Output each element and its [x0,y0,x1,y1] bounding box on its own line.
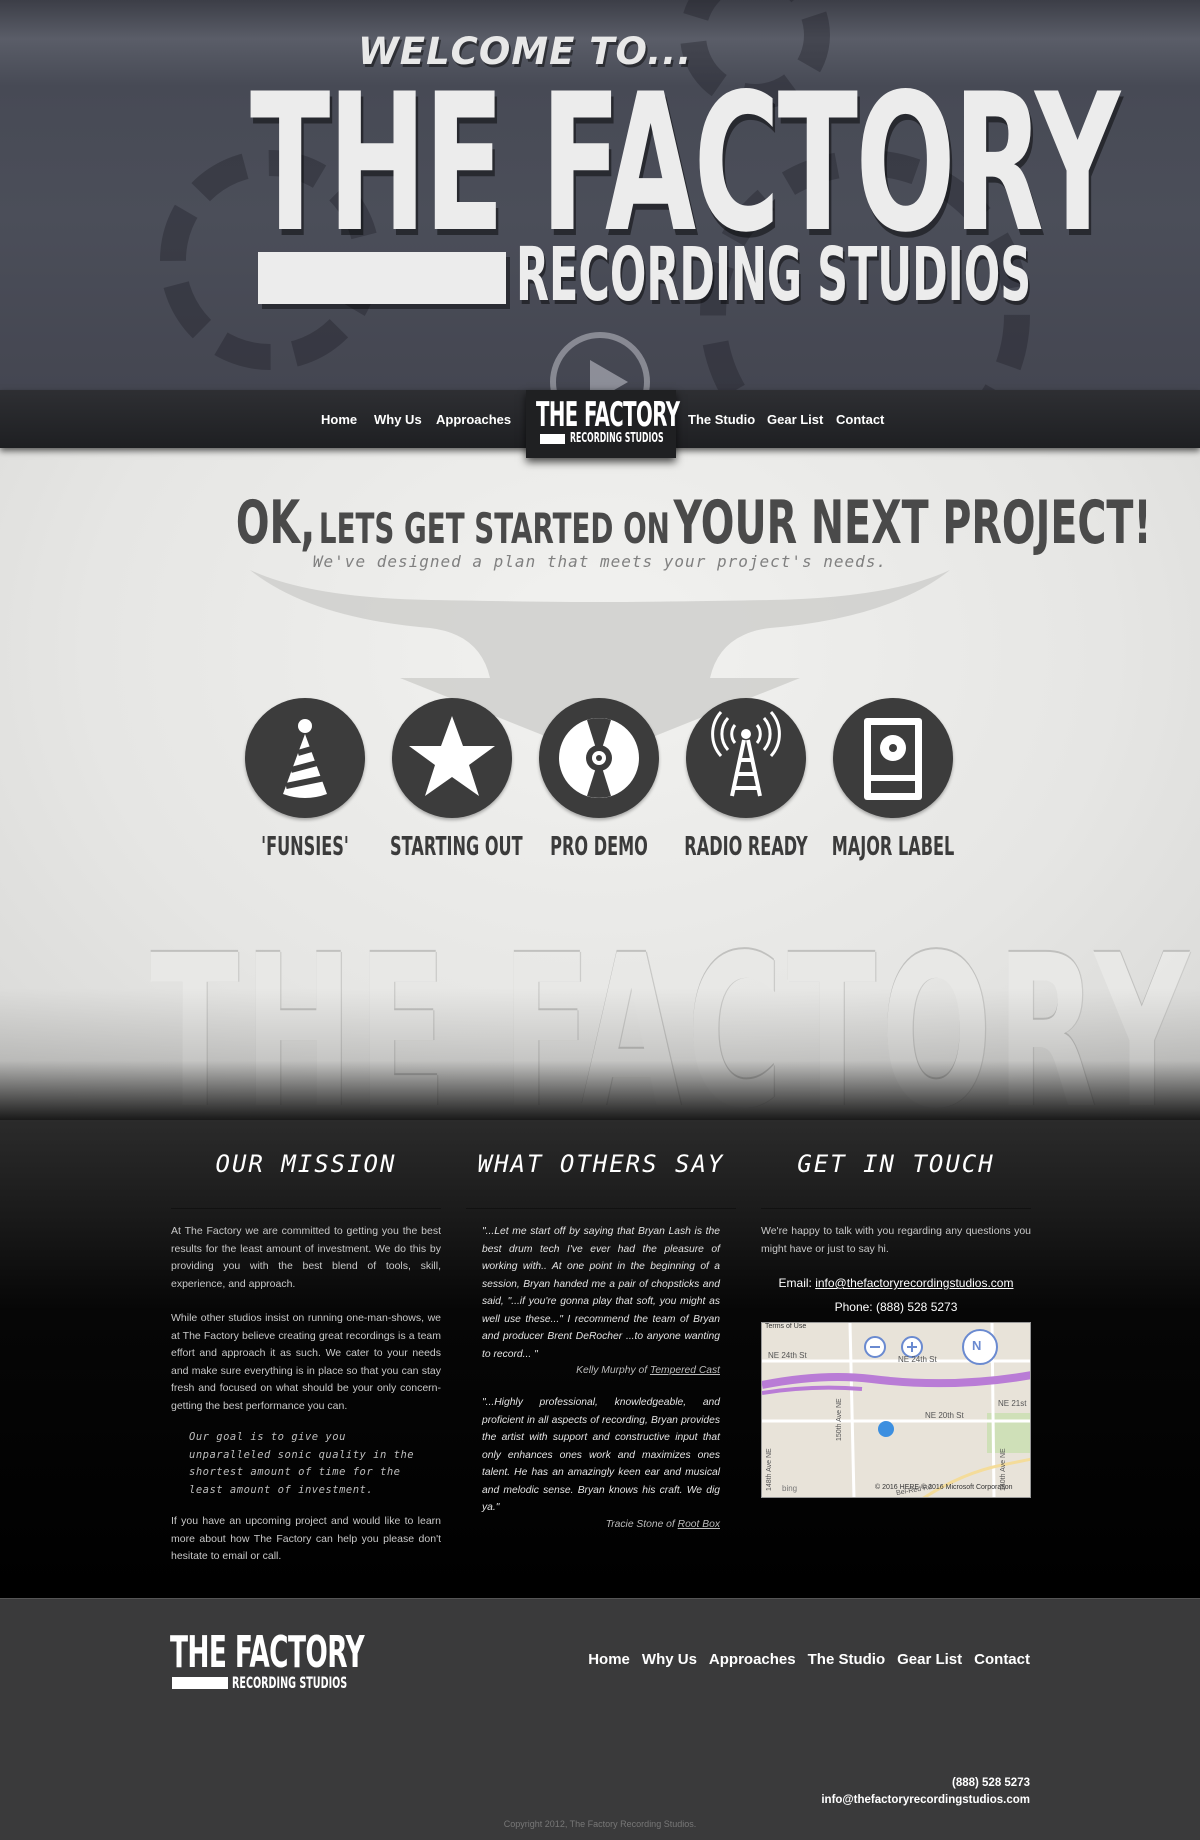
testimonial-band-link[interactable]: Tempered Cast [650,1365,720,1376]
plan-pro-demo[interactable]: PRO DEMO [539,698,659,862]
map-street-label: NE 20th St [925,1411,964,1420]
footer-nav-why-us[interactable]: Why Us [642,1651,697,1668]
testimonial-author: Kelly Murphy of [576,1365,648,1376]
map-compass-icon[interactable]: N [972,1338,981,1353]
mission-column: OUR MISSION At The Factory we are commit… [171,1120,441,1566]
map-terms-link[interactable]: Terms of Use [765,1323,806,1330]
plans-headline: OK, LETS GET STARTED ON YOUR NEXT PROJEC… [0,488,1200,558]
radio-tower-icon [711,711,781,797]
nav-approaches[interactable]: Approaches [436,412,511,427]
hero-logo-subtitle: RECORDING STUDIOS [516,232,1032,318]
plan-label: RADIO READY [684,832,808,862]
headline-part1: OK, [235,488,316,558]
page: WELCOME TO... THE FACTORY RECORDING STUD… [0,0,1200,1840]
footer: THE FACTORY RECORDING STUDIOS Home Why U… [0,1598,1200,1840]
party-hat-icon [283,719,327,798]
map-street-label: 150th Ave NE [836,1398,843,1441]
testimonial-attribution: Kelly Murphy of Tempered Cast [482,1365,720,1376]
nav-why-us[interactable]: Why Us [374,412,422,427]
mission-paragraph: While other studios insist on running on… [171,1312,441,1412]
footer-contact: (888) 528 5273 info@thefactoryrecordings… [821,1775,1030,1809]
footer-phone: (888) 528 5273 [951,1777,1030,1789]
contact-intro: We're happy to talk with you regarding a… [761,1225,1031,1255]
plan-circle [686,698,806,818]
map-copyright: © 2016 HERE © 2016 Microsoft Corporation [875,1484,1013,1491]
plan-label: PRO DEMO [550,832,648,862]
contact-phone: (888) 528 5273 [875,1300,958,1314]
bing-logo: bing [782,1484,798,1493]
mission-quote: Our goal is to give you unparalleled son… [189,1431,415,1496]
divider [466,1208,736,1209]
plan-funsies[interactable]: 'FUNSIES' [245,698,365,862]
nav-contact[interactable]: Contact [836,412,884,427]
footer-copyright: Copyright 2012, The Factory Recording St… [503,1819,697,1829]
map-zoom-out-icon[interactable] [864,1337,886,1357]
footer-nav-gear-list[interactable]: Gear List [897,1651,962,1668]
plan-major-label[interactable]: MAJOR LABEL [831,698,955,862]
mission-paragraph: If you have an upcoming project and woul… [171,1515,441,1562]
plan-label: 'FUNSIES' [261,832,349,862]
section-fade [0,988,1200,1120]
testimonials-heading: WHAT OTHERS SAY [477,1150,725,1178]
plans-section: OK, LETS GET STARTED ON YOUR NEXT PROJEC… [0,448,1200,1138]
map-zoom-in-icon[interactable] [901,1337,923,1357]
testimonials-list: "...Let me start off by saying that Brya… [466,1223,736,1530]
nav-logo-subtitle: RECORDING STUDIOS [570,431,664,446]
contact-phone-line: Phone: (888) 528 5273 [761,1300,1031,1314]
footer-nav-the-studio[interactable]: The Studio [808,1651,886,1668]
footer-logo-title[interactable]: THE FACTORY [170,1631,365,1675]
mission-heading: OUR MISSION [215,1150,397,1178]
plan-circle [245,698,365,818]
footer-logo-bar [172,1677,228,1689]
nav-the-studio[interactable]: The Studio [688,412,755,427]
testimonial-text: "...Highly professional, knowledgeable, … [482,1397,720,1513]
hero-logo-title: THE FACTORY [250,53,1120,274]
mission-paragraph: At The Factory we are committed to getti… [171,1225,441,1290]
footer-nav-home[interactable]: Home [588,1651,630,1668]
footer-nav-approaches[interactable]: Approaches [709,1651,796,1668]
map-street-label: NE 21st [998,1399,1027,1408]
divider [761,1208,1031,1209]
footer-nav: Home Why Us Approaches The Studio Gear L… [588,1651,1030,1668]
nav-logo-bar [540,434,565,444]
plan-label: STARTING OUT [390,832,523,862]
nav-gear-list[interactable]: Gear List [767,412,823,427]
contact-email-link[interactable]: info@thefactoryrecordingstudios.com [815,1276,1013,1290]
headline-part3: YOUR NEXT PROJECT! [673,488,1152,558]
plan-radio-ready[interactable]: RADIO READY [684,698,808,862]
location-map[interactable]: Terms of Use NE 24th St NE 24th St NE 20… [761,1322,1031,1498]
star-icon [409,716,495,796]
email-label: Email: [778,1276,812,1290]
testimonial-band-link[interactable]: Root Box [678,1519,720,1530]
contact-email-line: Email: info@thefactoryrecordingstudios.c… [761,1276,1031,1290]
nav-home[interactable]: Home [321,412,357,427]
plan-circle [833,698,953,818]
testimonial-text: "...Let me start off by saying that Brya… [482,1226,720,1360]
contact-column: GET IN TOUCH We're happy to talk with yo… [761,1120,1031,1498]
hero-logo-bar [258,252,506,304]
main-nav: Home Why Us Approaches THE FACTORY RECOR… [0,390,1200,458]
plan-circle [539,698,659,818]
testimonial-attribution: Tracie Stone of Root Box [482,1519,720,1530]
footer-nav-contact[interactable]: Contact [974,1651,1030,1668]
speaker-icon [864,718,922,800]
contact-heading: GET IN TOUCH [797,1150,995,1178]
nav-logo-title: THE FACTORY [536,395,680,435]
map-street-label: 148th Ave NE [766,1448,773,1491]
footer-logo-subtitle: RECORDING STUDIOS [232,1673,348,1692]
divider [171,1208,441,1209]
cd-icon [559,718,639,798]
headline-part2: LETS GET STARTED ON [318,504,670,553]
plan-circle [392,698,512,818]
footer-email-link[interactable]: info@thefactoryrecordingstudios.com [821,1792,1030,1809]
testimonial-author: Tracie Stone of [605,1518,675,1530]
map-canvas [762,1323,1030,1497]
phone-label: Phone: [834,1300,873,1314]
nav-logo[interactable]: THE FACTORY RECORDING STUDIOS [526,390,680,458]
map-street-label: NE 24th St [768,1351,807,1360]
plan-label: MAJOR LABEL [831,832,955,862]
testimonials-column: WHAT OTHERS SAY "...Let me start off by … [466,1120,736,1530]
plan-starting-out[interactable]: STARTING OUT [390,698,523,862]
info-section: OUR MISSION At The Factory we are commit… [0,1120,1200,1598]
